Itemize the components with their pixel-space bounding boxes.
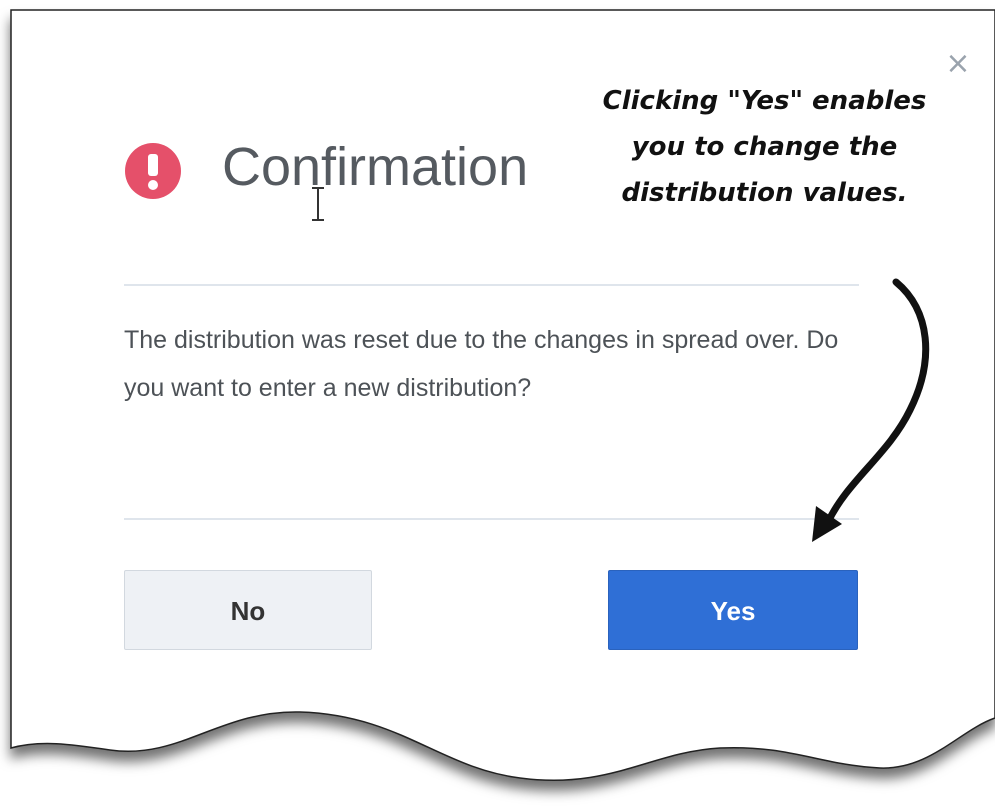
dialog-message: The distribution was reset due to the ch… [124, 326, 839, 402]
annotation-arrow-icon [812, 278, 930, 542]
annotation-line: Clicking "Yes" enables [602, 86, 927, 116]
title-divider [124, 284, 859, 286]
annotation-line: distribution values. [621, 178, 908, 208]
annotation-callout: Clicking "Yes" enables you to change the… [592, 78, 937, 216]
no-button[interactable]: No [124, 570, 372, 650]
alert-circle-icon [125, 143, 181, 199]
annotation-line: you to change the [631, 132, 898, 162]
close-icon: × [945, 46, 971, 81]
screenshot-stage: × Confirmation The distribution was rese… [0, 0, 995, 808]
dialog-title: Confirmation [222, 137, 529, 197]
close-button[interactable]: × [944, 49, 972, 79]
footer-divider [124, 518, 859, 520]
text-cursor-icon [312, 187, 324, 221]
yes-button[interactable]: Yes [608, 570, 858, 650]
